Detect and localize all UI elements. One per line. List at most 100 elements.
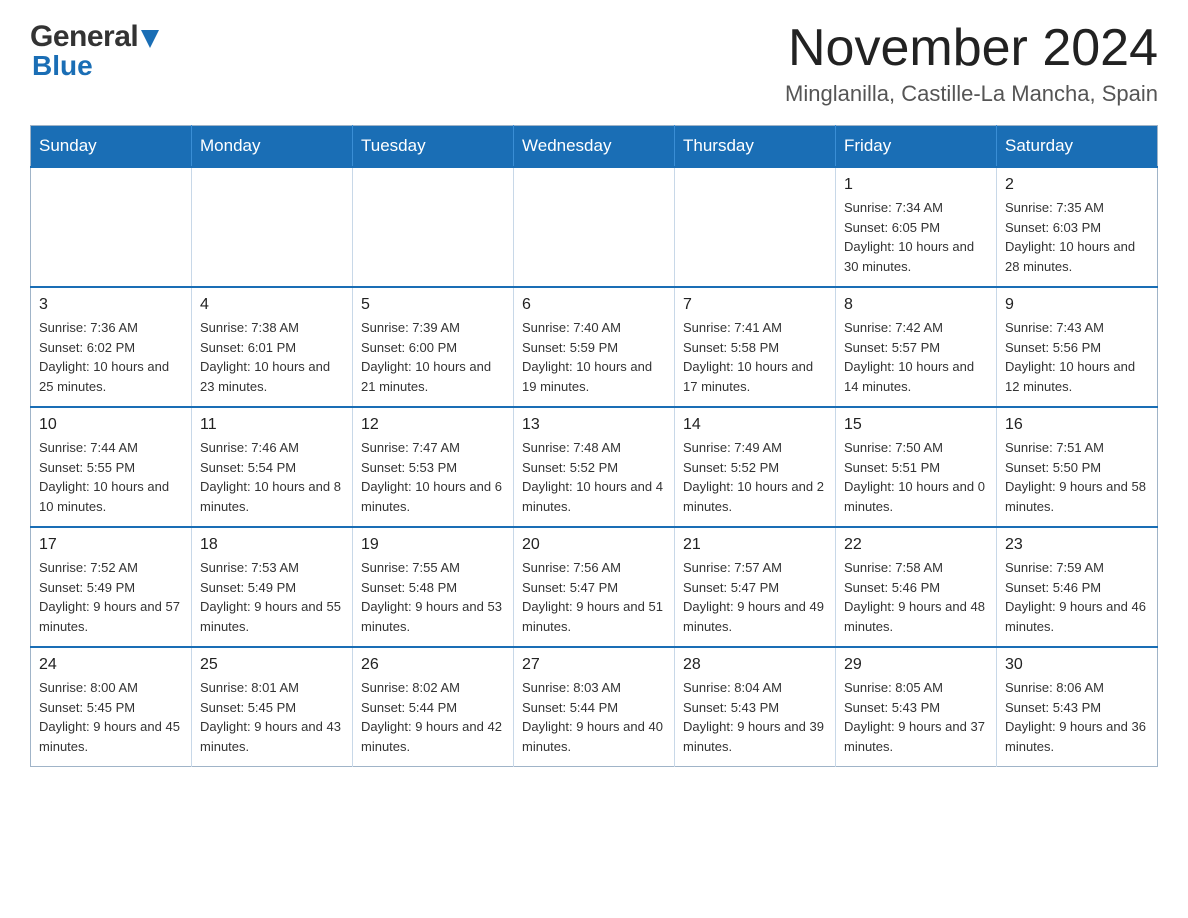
day-number: 19 <box>361 536 505 554</box>
day-number: 24 <box>39 656 183 674</box>
day-number: 5 <box>361 296 505 314</box>
day-number: 8 <box>844 296 988 314</box>
calendar-cell: 10 Sunrise: 7:44 AM Sunset: 5:55 PM Dayli… <box>31 407 192 527</box>
day-number: 16 <box>1005 416 1149 434</box>
day-info: Sunrise: 7:36 AM Sunset: 6:02 PM Dayligh… <box>39 318 183 396</box>
day-number: 4 <box>200 296 344 314</box>
calendar-cell: 15Sunrise: 7:50 AM Sunset: 5:51 PM Dayli… <box>836 407 997 527</box>
calendar-cell: 2 Sunrise: 7:35 AM Sunset: 6:03 PM Daylig… <box>997 167 1158 287</box>
calendar-cell: 25 Sunrise: 8:01 AM Sunset: 5:45 PM Dayli… <box>192 647 353 767</box>
calendar-cell: 9 Sunrise: 7:43 AM Sunset: 5:56 PM Daylig… <box>997 287 1158 407</box>
calendar-cell: 13 Sunrise: 7:48 AM Sunset: 5:52 PM Dayli… <box>514 407 675 527</box>
day-info: Sunrise: 7:49 AM Sunset: 5:52 PM Dayligh… <box>683 438 827 516</box>
calendar-cell: 3 Sunrise: 7:36 AM Sunset: 6:02 PM Daylig… <box>31 287 192 407</box>
day-info: Sunrise: 7:43 AM Sunset: 5:56 PM Dayligh… <box>1005 318 1149 396</box>
calendar-cell <box>353 167 514 287</box>
calendar-table: SundayMondayTuesdayWednesdayThursdayFrid… <box>30 125 1158 767</box>
day-number: 25 <box>200 656 344 674</box>
calendar-header: SundayMondayTuesdayWednesdayThursdayFrid… <box>31 126 1158 168</box>
day-info: Sunrise: 7:48 AM Sunset: 5:52 PM Dayligh… <box>522 438 666 516</box>
day-number: 1 <box>844 176 988 194</box>
calendar-cell: 6Sunrise: 7:40 AM Sunset: 5:59 PM Daylig… <box>514 287 675 407</box>
calendar-cell: 19 Sunrise: 7:55 AM Sunset: 5:48 PM Dayli… <box>353 527 514 647</box>
day-number: 9 <box>1005 296 1149 314</box>
day-info: Sunrise: 8:01 AM Sunset: 5:45 PM Dayligh… <box>200 678 344 756</box>
calendar-cell: 24 Sunrise: 8:00 AM Sunset: 5:45 PM Dayli… <box>31 647 192 767</box>
day-info: Sunrise: 8:05 AM Sunset: 5:43 PM Dayligh… <box>844 678 988 756</box>
logo: General Blue <box>30 20 159 82</box>
calendar-cell: 14Sunrise: 7:49 AM Sunset: 5:52 PM Dayli… <box>675 407 836 527</box>
logo-blue-text: Blue <box>30 50 159 82</box>
day-info: Sunrise: 8:00 AM Sunset: 5:45 PM Dayligh… <box>39 678 183 756</box>
day-number: 30 <box>1005 656 1149 674</box>
day-number: 28 <box>683 656 827 674</box>
day-number: 12 <box>361 416 505 434</box>
weekday-header-row: SundayMondayTuesdayWednesdayThursdayFrid… <box>31 126 1158 168</box>
page-subtitle: Minglanilla, Castille-La Mancha, Spain <box>785 81 1158 107</box>
day-info: Sunrise: 8:02 AM Sunset: 5:44 PM Dayligh… <box>361 678 505 756</box>
weekday-header-tuesday: Tuesday <box>353 126 514 168</box>
day-number: 10 <box>39 416 183 434</box>
logo-triangle-icon <box>141 30 159 48</box>
calendar-cell <box>514 167 675 287</box>
calendar-cell: 29 Sunrise: 8:05 AM Sunset: 5:43 PM Dayli… <box>836 647 997 767</box>
day-info: Sunrise: 7:57 AM Sunset: 5:47 PM Dayligh… <box>683 558 827 636</box>
calendar-week-row: 24 Sunrise: 8:00 AM Sunset: 5:45 PM Dayli… <box>31 647 1158 767</box>
day-info: Sunrise: 8:03 AM Sunset: 5:44 PM Dayligh… <box>522 678 666 756</box>
logo-general-text: General <box>30 20 138 54</box>
day-number: 7 <box>683 296 827 314</box>
day-number: 21 <box>683 536 827 554</box>
day-number: 6 <box>522 296 666 314</box>
calendar-cell <box>675 167 836 287</box>
day-info: Sunrise: 7:55 AM Sunset: 5:48 PM Dayligh… <box>361 558 505 636</box>
day-info: Sunrise: 8:04 AM Sunset: 5:43 PM Dayligh… <box>683 678 827 756</box>
day-info: Sunrise: 7:56 AM Sunset: 5:47 PM Dayligh… <box>522 558 666 636</box>
day-number: 27 <box>522 656 666 674</box>
weekday-header-monday: Monday <box>192 126 353 168</box>
day-info: Sunrise: 7:41 AM Sunset: 5:58 PM Dayligh… <box>683 318 827 396</box>
day-info: Sunrise: 7:34 AM Sunset: 6:05 PM Dayligh… <box>844 198 988 276</box>
day-info: Sunrise: 7:44 AM Sunset: 5:55 PM Dayligh… <box>39 438 183 516</box>
calendar-cell: 27 Sunrise: 8:03 AM Sunset: 5:44 PM Dayli… <box>514 647 675 767</box>
day-number: 23 <box>1005 536 1149 554</box>
day-number: 18 <box>200 536 344 554</box>
day-info: Sunrise: 7:39 AM Sunset: 6:00 PM Dayligh… <box>361 318 505 396</box>
day-number: 26 <box>361 656 505 674</box>
day-info: Sunrise: 7:58 AM Sunset: 5:46 PM Dayligh… <box>844 558 988 636</box>
calendar-cell: 7 Sunrise: 7:41 AM Sunset: 5:58 PM Daylig… <box>675 287 836 407</box>
calendar-cell: 18Sunrise: 7:53 AM Sunset: 5:49 PM Dayli… <box>192 527 353 647</box>
day-number: 20 <box>522 536 666 554</box>
calendar-cell: 30 Sunrise: 8:06 AM Sunset: 5:43 PM Dayli… <box>997 647 1158 767</box>
day-info: Sunrise: 7:50 AM Sunset: 5:51 PM Dayligh… <box>844 438 988 516</box>
day-number: 29 <box>844 656 988 674</box>
calendar-cell: 16 Sunrise: 7:51 AM Sunset: 5:50 PM Dayli… <box>997 407 1158 527</box>
page-title: November 2024 <box>785 20 1158 77</box>
day-info: Sunrise: 7:42 AM Sunset: 5:57 PM Dayligh… <box>844 318 988 396</box>
calendar-cell: 20 Sunrise: 7:56 AM Sunset: 5:47 PM Dayli… <box>514 527 675 647</box>
day-info: Sunrise: 7:35 AM Sunset: 6:03 PM Dayligh… <box>1005 198 1149 276</box>
weekday-header-sunday: Sunday <box>31 126 192 168</box>
day-info: Sunrise: 8:06 AM Sunset: 5:43 PM Dayligh… <box>1005 678 1149 756</box>
calendar-cell: 23Sunrise: 7:59 AM Sunset: 5:46 PM Dayli… <box>997 527 1158 647</box>
weekday-header-wednesday: Wednesday <box>514 126 675 168</box>
weekday-header-friday: Friday <box>836 126 997 168</box>
calendar-cell: 26 Sunrise: 8:02 AM Sunset: 5:44 PM Dayli… <box>353 647 514 767</box>
calendar-cell <box>31 167 192 287</box>
calendar-week-row: 1 Sunrise: 7:34 AM Sunset: 6:05 PM Daylig… <box>31 167 1158 287</box>
day-number: 13 <box>522 416 666 434</box>
calendar-cell: 21 Sunrise: 7:57 AM Sunset: 5:47 PM Dayli… <box>675 527 836 647</box>
calendar-cell: 4 Sunrise: 7:38 AM Sunset: 6:01 PM Daylig… <box>192 287 353 407</box>
day-info: Sunrise: 7:51 AM Sunset: 5:50 PM Dayligh… <box>1005 438 1149 516</box>
day-number: 22 <box>844 536 988 554</box>
calendar-week-row: 3 Sunrise: 7:36 AM Sunset: 6:02 PM Daylig… <box>31 287 1158 407</box>
title-area: November 2024 Minglanilla, Castille-La M… <box>785 20 1158 107</box>
day-info: Sunrise: 7:46 AM Sunset: 5:54 PM Dayligh… <box>200 438 344 516</box>
calendar-cell: 5 Sunrise: 7:39 AM Sunset: 6:00 PM Daylig… <box>353 287 514 407</box>
day-info: Sunrise: 7:38 AM Sunset: 6:01 PM Dayligh… <box>200 318 344 396</box>
day-info: Sunrise: 7:52 AM Sunset: 5:49 PM Dayligh… <box>39 558 183 636</box>
day-number: 2 <box>1005 176 1149 194</box>
calendar-cell: 22 Sunrise: 7:58 AM Sunset: 5:46 PM Dayli… <box>836 527 997 647</box>
day-number: 3 <box>39 296 183 314</box>
weekday-header-thursday: Thursday <box>675 126 836 168</box>
weekday-header-saturday: Saturday <box>997 126 1158 168</box>
